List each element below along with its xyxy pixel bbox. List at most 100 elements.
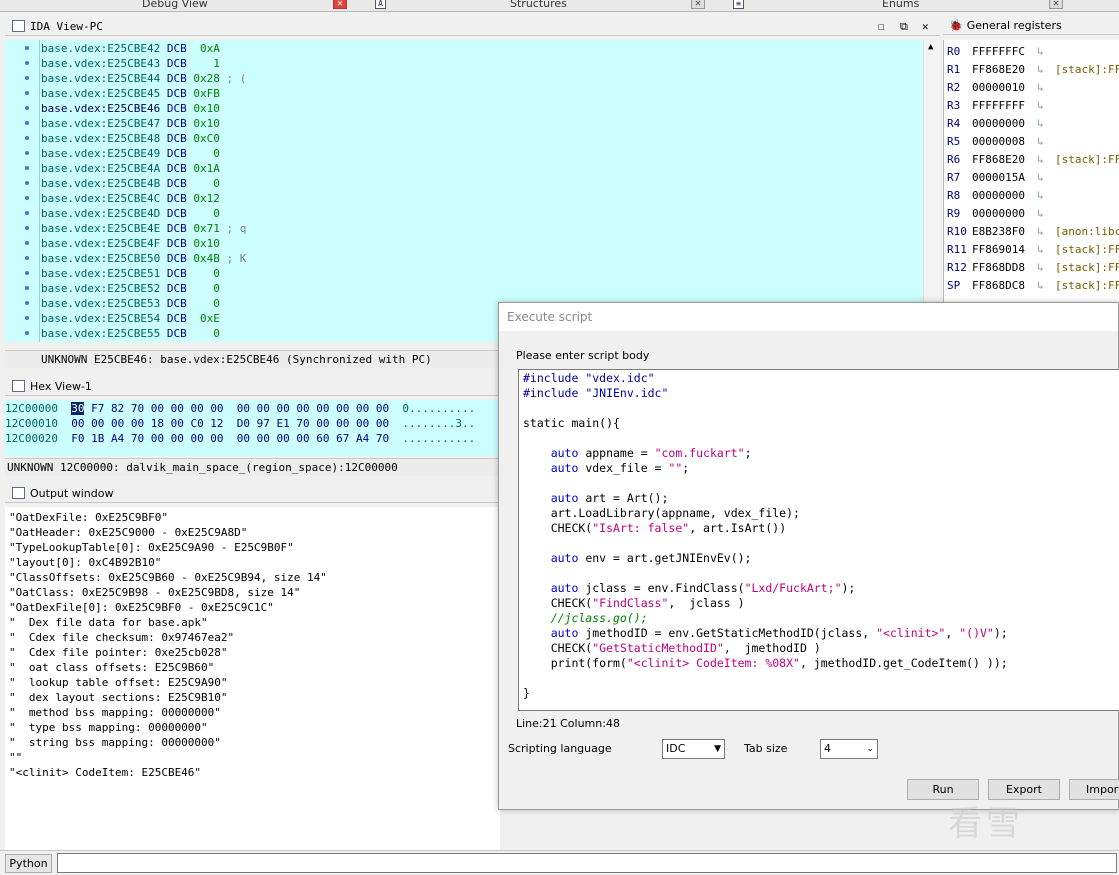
disasm-line[interactable]: base.vdex:E25CBE43 DCB 1: [41, 56, 220, 71]
disasm-cm: ; (: [219, 72, 247, 85]
disasm-line[interactable]: base.vdex:E25CBE4A DCB 0x1A: [41, 161, 220, 176]
disasm-addr: base.vdex:E25CBE51: [41, 267, 161, 280]
tab-enums[interactable]: Enums: [882, 0, 919, 11]
register-row[interactable]: R12 FF868DD8 [stack]:FF ↳: [944, 259, 1119, 277]
register-row[interactable]: R1 FF868E20 [stack]:FF ↳: [944, 61, 1119, 79]
code-token: "vdex.idc": [585, 371, 655, 385]
register-row[interactable]: R2 00000010 ↳: [944, 79, 1119, 97]
register-name: R5: [947, 135, 961, 148]
disasm-op: DCB: [166, 252, 187, 265]
ida-vertical-scrollbar[interactable]: ▲: [923, 40, 940, 342]
disasm-line[interactable]: base.vdex:E25CBE46 DCB 0x10: [41, 101, 220, 116]
hex-row[interactable]: 12C00000 30 F7 82 70 00 00 00 00 00 00 0…: [5, 401, 475, 416]
code-keyword: auto: [523, 626, 579, 640]
jump-arrow-icon[interactable]: ↳: [1037, 79, 1044, 97]
jump-arrow-icon[interactable]: ↳: [1037, 61, 1044, 79]
jump-arrow-icon[interactable]: ↳: [1037, 223, 1044, 241]
hex-row[interactable]: 12C00020 F0 1B A4 70 00 00 00 00 00 00 0…: [5, 431, 475, 446]
script-editor[interactable]: #include "vdex.idc" #include "JNIEnv.idc…: [518, 369, 1119, 711]
restore-icon[interactable]: ⧉: [900, 17, 908, 36]
disasm-line[interactable]: base.vdex:E25CBE4B DCB 0: [41, 176, 220, 191]
export-button[interactable]: Export: [988, 779, 1060, 800]
register-name: R10: [947, 225, 967, 238]
disasm-val: 0x71: [186, 222, 220, 235]
register-row[interactable]: R9 00000000 ↳: [944, 205, 1119, 223]
disasm-line[interactable]: base.vdex:E25CBE4F DCB 0x10: [41, 236, 220, 251]
disasm-line[interactable]: base.vdex:E25CBE47 DCB 0x10: [41, 116, 220, 131]
disasm-line[interactable]: base.vdex:E25CBE52 DCB 0: [41, 281, 220, 296]
output-line: "OatHeader: 0xE25C9000 - 0xE25C9A8D": [9, 526, 248, 539]
run-button[interactable]: Run: [907, 779, 979, 800]
code-string: "<clinit> CodeItem: %08X": [626, 656, 800, 670]
hex-row[interactable]: 12C00010 00 00 00 00 18 00 C0 12 D0 97 E…: [5, 416, 475, 431]
disasm-line[interactable]: base.vdex:E25CBE42 DCB 0xA: [41, 41, 220, 56]
register-name: R6: [947, 153, 961, 166]
maximize-icon[interactable]: ☐: [878, 17, 885, 36]
hex-cursor-byte[interactable]: 30: [71, 402, 85, 415]
jump-arrow-icon[interactable]: ↳: [1037, 277, 1044, 295]
disasm-line[interactable]: base.vdex:E25CBE45 DCB 0xFB: [41, 86, 220, 101]
register-row[interactable]: R0 FFFFFFFC ↳: [944, 43, 1119, 61]
jump-arrow-icon[interactable]: ↳: [1037, 97, 1044, 115]
close-icon[interactable]: ✕: [922, 17, 929, 36]
register-row[interactable]: R5 00000008 ↳: [944, 133, 1119, 151]
close-icon[interactable]: ✕: [1049, 0, 1063, 9]
jump-arrow-icon[interactable]: ↳: [1037, 187, 1044, 205]
register-row[interactable]: R10 E8B238F0 [anon:libc ↳: [944, 223, 1119, 241]
register-ptr: [stack]:FF: [1055, 261, 1119, 274]
output-window-icon: [12, 487, 25, 499]
disasm-line[interactable]: base.vdex:E25CBE50 DCB 0x4B ; K: [41, 251, 246, 266]
disasm-line[interactable]: base.vdex:E25CBE51 DCB 0: [41, 266, 220, 281]
scroll-up-icon[interactable]: ▲: [928, 42, 933, 52]
close-icon[interactable]: ✕: [333, 0, 347, 9]
jump-arrow-icon[interactable]: ↳: [1037, 169, 1044, 187]
disasm-line[interactable]: base.vdex:E25CBE55 DCB 0: [41, 326, 220, 341]
python-language-button[interactable]: Python: [5, 854, 52, 873]
tab-structures[interactable]: Structures: [510, 0, 567, 11]
jump-arrow-icon[interactable]: ↳: [1037, 205, 1044, 223]
hex-dump-view[interactable]: 12C00000 30 F7 82 70 00 00 00 00 00 00 0…: [5, 400, 500, 456]
disasm-val: 0: [186, 282, 220, 295]
register-row[interactable]: R11 FF869014 [stack]:FF ↳: [944, 241, 1119, 259]
script-body-label: Please enter script body: [516, 349, 650, 362]
disasm-addr: base.vdex:E25CBE44: [41, 72, 161, 85]
jump-arrow-icon[interactable]: ↳: [1037, 43, 1044, 61]
jump-arrow-icon[interactable]: ↳: [1037, 133, 1044, 151]
command-input[interactable]: [57, 853, 1117, 873]
register-row[interactable]: R7 0000015A ↳: [944, 169, 1119, 187]
disasm-line[interactable]: base.vdex:E25CBE48 DCB 0xC0: [41, 131, 220, 146]
disasm-line[interactable]: base.vdex:E25CBE54 DCB 0xE: [41, 311, 220, 326]
disasm-line[interactable]: base.vdex:E25CBE4E DCB 0x71 ; q: [41, 221, 246, 236]
register-row[interactable]: R6 FF868E20 [stack]:FF ↳: [944, 151, 1119, 169]
breakpoint-dot-icon: [25, 136, 29, 140]
ida-gutter: [5, 40, 40, 342]
hex-address: 12C00000: [5, 402, 58, 415]
register-row[interactable]: SP FF868DC8 [stack]:FF ↳: [944, 277, 1119, 295]
jump-arrow-icon[interactable]: ↳: [1037, 151, 1044, 169]
register-row[interactable]: R4 00000000 ↳: [944, 115, 1119, 133]
jump-arrow-icon[interactable]: ↳: [1037, 259, 1044, 277]
jump-arrow-icon[interactable]: ↳: [1037, 115, 1044, 133]
register-row[interactable]: R8 00000000 ↳: [944, 187, 1119, 205]
disasm-line[interactable]: base.vdex:E25CBE44 DCB 0x28 ; (: [41, 71, 246, 86]
register-row[interactable]: R3 FFFFFFFF ↳: [944, 97, 1119, 115]
output-window[interactable]: "OatDexFile: 0xE25C9BF0" "OatHeader: 0xE2…: [5, 507, 500, 850]
breakpoint-dot-icon: [25, 106, 29, 110]
code-token: , jmethodID.get_CodeItem() ));: [799, 656, 1008, 670]
registers-list[interactable]: R0 FFFFFFFC ↳ R1 FF868E20 [stack]:FF ↳ R2 000000…: [943, 40, 1119, 302]
disasm-line[interactable]: base.vdex:E25CBE4D DCB 0: [41, 206, 220, 221]
import-button[interactable]: Import: [1069, 779, 1119, 800]
jump-arrow-icon[interactable]: ↳: [1037, 241, 1044, 259]
disasm-line[interactable]: base.vdex:E25CBE4C DCB 0x12: [41, 191, 220, 206]
disasm-line[interactable]: base.vdex:E25CBE53 DCB 0: [41, 296, 220, 311]
tab-debug-view[interactable]: Debug View: [142, 0, 208, 11]
disasm-op: DCB: [166, 267, 187, 280]
tab-size-select[interactable]: 4 ⌄: [820, 739, 878, 759]
code-token: CHECK(: [523, 641, 593, 655]
ida-disassembly-view[interactable]: base.vdex:E25CBE42 DCB 0xA base.vdex:E25C…: [5, 40, 923, 342]
register-value: 00000000: [972, 189, 1025, 202]
scripting-language-select[interactable]: IDC ▼: [662, 739, 725, 759]
disasm-op: DCB: [166, 327, 187, 340]
disasm-line[interactable]: base.vdex:E25CBE49 DCB 0: [41, 146, 220, 161]
close-icon[interactable]: ✕: [691, 0, 705, 9]
